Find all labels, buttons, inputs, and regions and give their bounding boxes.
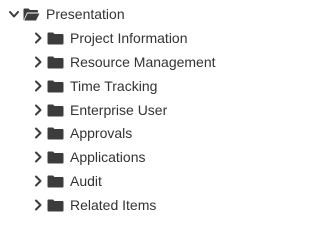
tree-node-label: Time Tracking: [70, 78, 158, 94]
tree-node-project-information[interactable]: Project Information: [32, 27, 188, 49]
folder-icon: [47, 175, 64, 188]
tree-node-approvals[interactable]: Approvals: [32, 122, 132, 144]
tree-node-label: Applications: [70, 149, 146, 165]
tree-node-resource-management[interactable]: Resource Management: [32, 51, 216, 73]
tree-node-label: Enterprise User: [70, 102, 168, 118]
tree-node-related-items[interactable]: Related Items: [32, 194, 156, 216]
chevron-right-icon[interactable]: [32, 55, 44, 69]
folder-tree: Presentation Project Information Resourc…: [0, 0, 218, 227]
tree-node-label: Project Information: [70, 30, 188, 46]
folder-icon: [47, 32, 64, 45]
tree-node-label: Approvals: [70, 125, 133, 141]
chevron-right-icon[interactable]: [32, 126, 44, 140]
chevron-down-icon[interactable]: [8, 7, 20, 21]
folder-icon: [47, 104, 64, 117]
chevron-right-icon[interactable]: [32, 198, 44, 212]
folder-icon: [47, 199, 64, 212]
tree-node-enterprise-user[interactable]: Enterprise User: [32, 99, 167, 121]
folder-icon: [47, 56, 64, 69]
folder-open-icon: [23, 8, 40, 21]
tree-node-applications[interactable]: Applications: [32, 146, 146, 168]
chevron-right-icon[interactable]: [32, 79, 44, 93]
folder-icon: [47, 80, 64, 93]
tree-node-presentation[interactable]: Presentation: [8, 3, 125, 25]
folder-icon: [47, 151, 64, 164]
tree-node-label: Presentation: [46, 6, 125, 22]
folder-icon: [47, 127, 64, 140]
tree-node-label: Resource Management: [70, 54, 216, 70]
tree-node-label: Audit: [70, 173, 102, 189]
chevron-right-icon[interactable]: [32, 31, 44, 45]
chevron-right-icon[interactable]: [32, 150, 44, 164]
tree-node-label: Related Items: [70, 197, 157, 213]
chevron-right-icon[interactable]: [32, 103, 44, 117]
tree-node-time-tracking[interactable]: Time Tracking: [32, 75, 157, 97]
chevron-right-icon[interactable]: [32, 174, 44, 188]
tree-node-audit[interactable]: Audit: [32, 170, 102, 192]
